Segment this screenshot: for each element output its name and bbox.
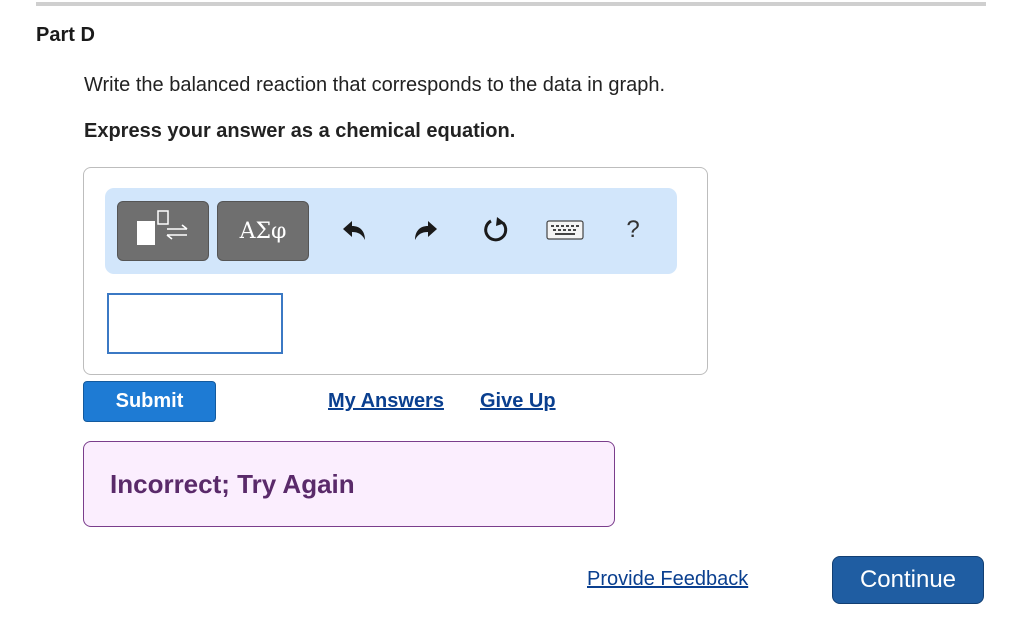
continue-button[interactable]: Continue bbox=[832, 556, 984, 604]
answer-input[interactable] bbox=[107, 293, 283, 354]
answer-instruction: Express your answer as a chemical equati… bbox=[84, 120, 516, 142]
undo-icon[interactable] bbox=[337, 210, 373, 250]
templates-button[interactable] bbox=[117, 201, 209, 261]
redo-icon[interactable] bbox=[407, 210, 443, 250]
top-divider bbox=[36, 2, 986, 6]
keyboard-icon[interactable] bbox=[545, 210, 585, 250]
feedback-box: Incorrect; Try Again bbox=[83, 441, 615, 527]
my-answers-link[interactable]: My Answers bbox=[328, 390, 444, 413]
question-prompt: Write the balanced reaction that corresp… bbox=[84, 74, 666, 96]
template-arrow-icon bbox=[133, 209, 193, 254]
feedback-message: Incorrect; Try Again bbox=[110, 469, 355, 499]
part-title: Part D bbox=[36, 24, 95, 46]
symbols-button[interactable]: ΑΣφ bbox=[217, 201, 309, 261]
submit-button[interactable]: Submit bbox=[83, 381, 216, 422]
math-toolbar: ΑΣφ ? bbox=[105, 188, 677, 274]
provide-feedback-link[interactable]: Provide Feedback bbox=[587, 568, 748, 591]
give-up-link[interactable]: Give Up bbox=[480, 390, 556, 413]
help-button[interactable]: ? bbox=[615, 210, 651, 250]
reset-icon[interactable] bbox=[478, 210, 514, 250]
